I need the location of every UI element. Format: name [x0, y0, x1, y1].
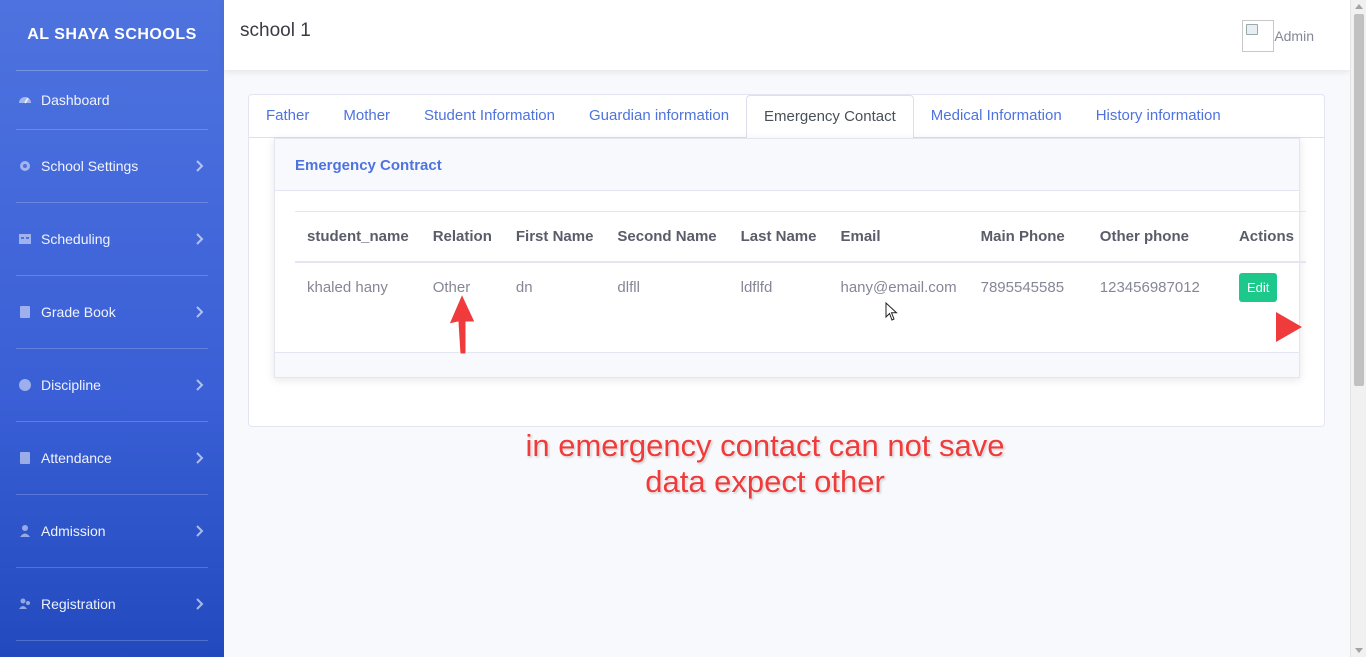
- column-header[interactable]: Actions: [1226, 211, 1306, 263]
- sidebar-item-label: Discipline: [41, 377, 101, 393]
- column-header[interactable]: Second Name: [605, 211, 729, 263]
- chevron-right-icon: [196, 598, 204, 610]
- column-header[interactable]: Relation: [420, 211, 504, 263]
- sidebar-item-label: Scheduling: [41, 231, 111, 247]
- scroll-down-icon[interactable]: [1355, 648, 1363, 653]
- tab-student-information[interactable]: Student Information: [407, 95, 572, 138]
- sidebar-item-attendance[interactable]: Attendance: [0, 422, 224, 494]
- sidebar: AL SHAYA SCHOOLS Dashboard School Settin…: [0, 0, 224, 657]
- edit-button[interactable]: Edit: [1238, 272, 1278, 302]
- cell-actions: Edit: [1227, 262, 1306, 312]
- tab-guardian-information[interactable]: Guardian information: [572, 95, 746, 138]
- annotation-note: in emergency contact can not save data e…: [470, 428, 1060, 500]
- dashboard-icon: [18, 93, 32, 107]
- annotation-arrow-right-icon: [1276, 312, 1302, 342]
- sidebar-item-registration[interactable]: Registration: [0, 568, 224, 640]
- tab-medical-information[interactable]: Medical Information: [914, 95, 1079, 138]
- book-icon: [18, 305, 32, 319]
- cell-first-name: dn: [515, 278, 533, 296]
- panel-footer: [275, 352, 1299, 377]
- annotation-arrow-up-icon: [448, 292, 476, 355]
- sidebar-item-label: Admission: [41, 523, 106, 539]
- cell-last-name: ldflfd: [740, 278, 773, 296]
- chevron-right-icon: [196, 160, 204, 172]
- column-header[interactable]: Email: [828, 211, 969, 263]
- chevron-right-icon: [196, 233, 204, 245]
- sidebar-item-label: Dashboard: [41, 92, 110, 108]
- avatar[interactable]: [1242, 20, 1275, 52]
- sidebar-item-label: Attendance: [41, 450, 112, 466]
- panel-header: Emergency Contract: [275, 139, 1299, 191]
- tab-emergency-contact[interactable]: Emergency Contact: [746, 95, 914, 139]
- column-header[interactable]: Last Name: [728, 211, 829, 263]
- panel-title: Emergency Contract: [295, 157, 442, 174]
- tab-bar: Father Mother Student Information Guardi…: [249, 95, 1324, 139]
- sidebar-item-school-settings[interactable]: School Settings: [0, 130, 224, 202]
- scroll-up-icon[interactable]: [1355, 4, 1363, 9]
- user-menu[interactable]: Admin: [1242, 20, 1314, 52]
- sidebar-item-label: Registration: [41, 596, 116, 612]
- column-header[interactable]: First Name: [503, 211, 606, 263]
- sidebar-divider: [16, 640, 208, 641]
- column-header[interactable]: student_name: [295, 211, 421, 263]
- user-name[interactable]: Admin: [1274, 28, 1314, 44]
- gear-icon: [18, 159, 32, 173]
- sidebar-item-dashboard[interactable]: Dashboard: [0, 71, 224, 129]
- vertical-scrollbar[interactable]: [1350, 0, 1366, 657]
- user-icon: [18, 524, 32, 538]
- users-icon: [18, 597, 32, 611]
- sidebar-item-label: School Settings: [41, 158, 139, 174]
- cell-main-phone: 7895545585: [980, 278, 1065, 296]
- tab-father[interactable]: Father: [249, 95, 326, 138]
- scroll-thumb[interactable]: [1354, 14, 1364, 386]
- annotation-line: in emergency contact can not save: [525, 428, 1005, 463]
- annotation-line: data expect other: [645, 464, 885, 499]
- brand-title[interactable]: AL SHAYA SCHOOLS: [0, 0, 224, 70]
- cell-other-phone: 123456987012: [1099, 278, 1200, 296]
- table-header-row: student_name Relation First Name Second …: [295, 211, 1306, 263]
- cell-student-name: khaled hany: [307, 278, 388, 296]
- tab-history-information[interactable]: History information: [1079, 95, 1238, 138]
- sidebar-item-discipline[interactable]: Discipline: [0, 349, 224, 421]
- smile-icon: [18, 378, 32, 392]
- student-details-card: Father Mother Student Information Guardi…: [248, 94, 1325, 427]
- sidebar-item-scheduling[interactable]: Scheduling: [0, 203, 224, 275]
- sidebar-item-admission[interactable]: Admission: [0, 495, 224, 567]
- column-header[interactable]: Main Phone: [968, 211, 1088, 263]
- topbar: school 1 Admin: [224, 0, 1350, 70]
- book-icon: [18, 451, 32, 465]
- chevron-right-icon: [196, 306, 204, 318]
- emergency-contact-panel: Emergency Contract student_name Relation…: [274, 138, 1306, 378]
- chevron-right-icon: [196, 525, 204, 537]
- sidebar-item-label: Grade Book: [41, 304, 116, 320]
- column-header[interactable]: Other phone: [1087, 211, 1227, 263]
- tab-mother[interactable]: Mother: [326, 95, 407, 138]
- mouse-cursor-icon: [885, 302, 898, 321]
- sidebar-item-grade-book[interactable]: Grade Book: [0, 276, 224, 348]
- chevron-right-icon: [196, 452, 204, 464]
- cell-second-name: dlfll: [617, 278, 640, 296]
- calendar-icon: [18, 232, 32, 246]
- chevron-right-icon: [196, 379, 204, 391]
- page-title: school 1: [240, 20, 311, 41]
